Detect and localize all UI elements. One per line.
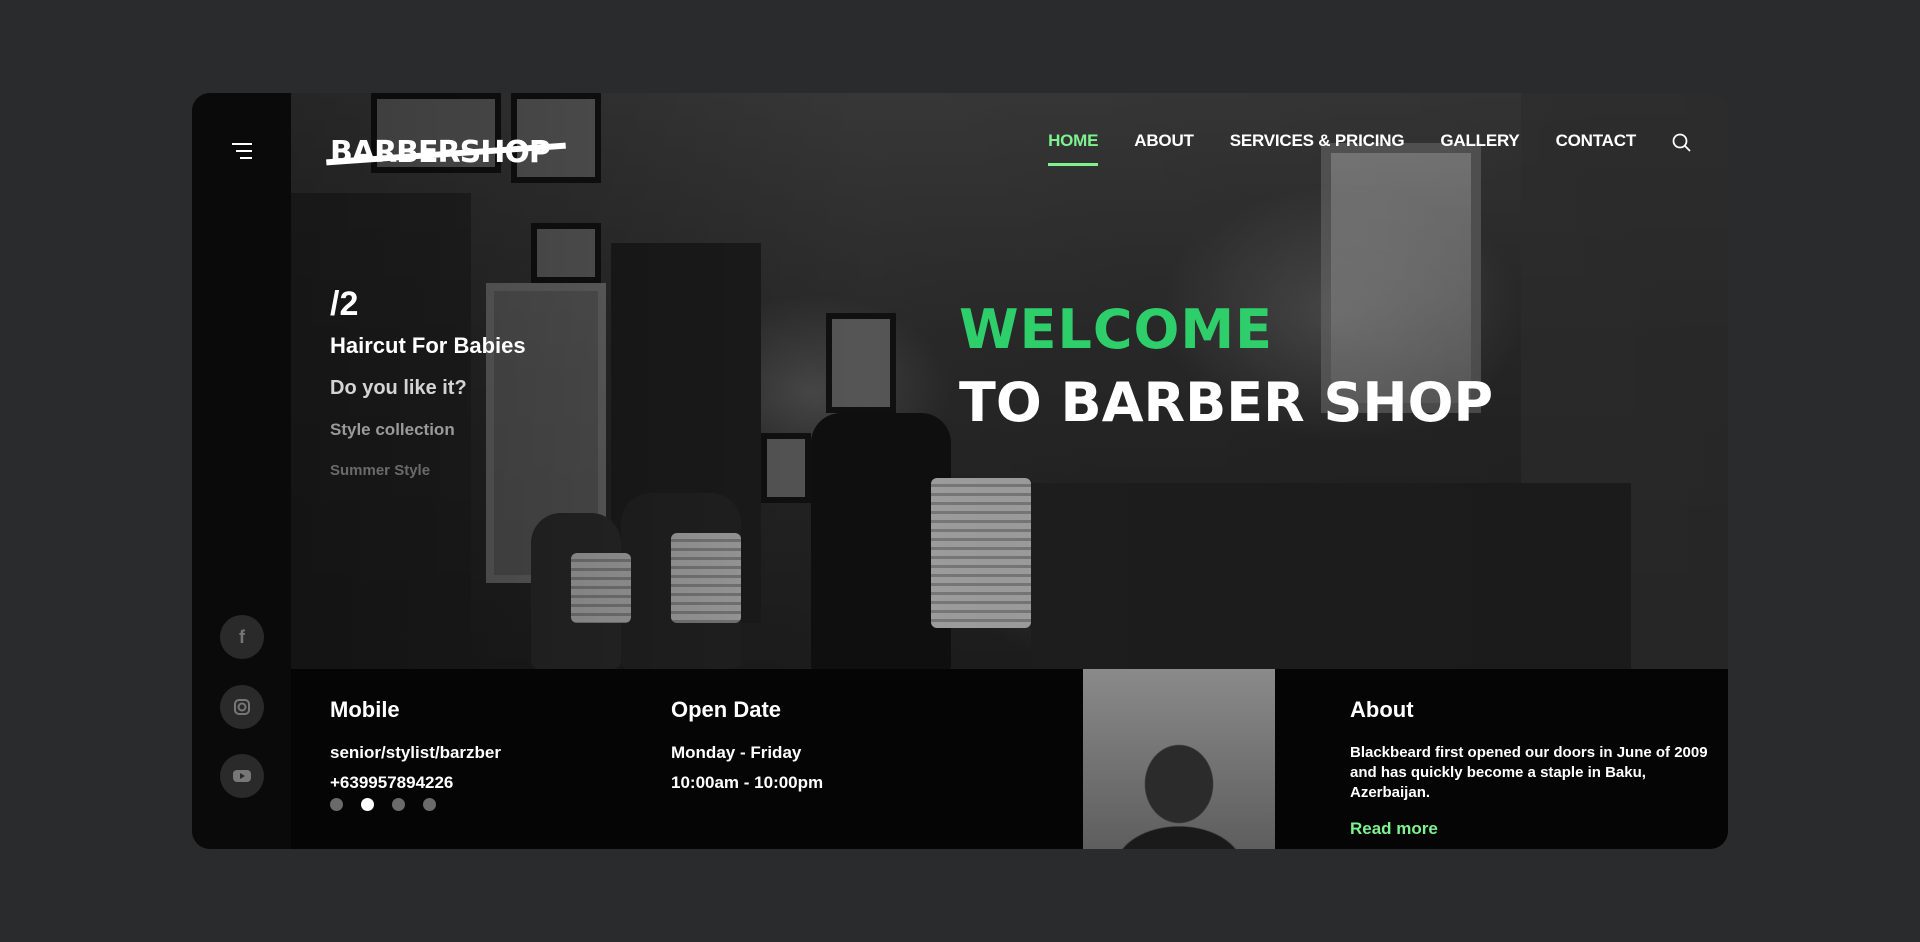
slide-title[interactable]: Do you like it? bbox=[330, 377, 526, 400]
open-date-title: Open Date bbox=[671, 697, 782, 722]
nav-services-pricing[interactable]: SERVICES & PRICING bbox=[1230, 131, 1405, 166]
mobile-line: senior/stylist/barzber bbox=[330, 743, 502, 762]
slider-dot-active[interactable] bbox=[361, 798, 374, 811]
about-text: Blackbeard first opened our doors in Jun… bbox=[1350, 744, 1708, 801]
open-hours: 10:00am - 10:00pm bbox=[671, 773, 824, 792]
nav-home[interactable]: HOME bbox=[1048, 131, 1098, 166]
mobile-info: Mobile senior/stylist/barzber +639957894… bbox=[330, 697, 501, 803]
slider-dot[interactable] bbox=[423, 798, 436, 811]
slide-title-active[interactable]: Haircut For Babies bbox=[330, 333, 526, 359]
menu-toggle-icon[interactable] bbox=[228, 143, 252, 163]
open-days: Monday - Friday bbox=[671, 743, 802, 762]
facebook-icon[interactable]: f bbox=[220, 615, 264, 659]
slider-dot[interactable] bbox=[330, 798, 343, 811]
info-bar: Mobile senior/stylist/barzber +639957894… bbox=[291, 669, 1728, 849]
left-rail: f bbox=[192, 93, 291, 849]
search-icon[interactable] bbox=[1672, 133, 1692, 153]
mobile-phone[interactable]: +639957894226 bbox=[330, 773, 501, 793]
hero-headline: WELCOME bbox=[959, 298, 1274, 361]
slide-title-list: Haircut For Babies Do you like it? Style… bbox=[330, 333, 526, 479]
about-info: About Blackbeard first opened our doors … bbox=[1350, 697, 1710, 839]
open-date-info: Open Date Monday - Friday 10:00am - 10:0… bbox=[671, 697, 823, 803]
nav-gallery[interactable]: GALLERY bbox=[1440, 131, 1519, 166]
slide-title[interactable]: Style collection bbox=[330, 420, 526, 440]
read-more-link[interactable]: Read more bbox=[1350, 819, 1710, 839]
instagram-icon[interactable] bbox=[220, 685, 264, 729]
slider-dots bbox=[330, 798, 436, 811]
main-card: f BARBERSHOP HOME ABOUT SERVICES & PRICI… bbox=[192, 93, 1728, 849]
mobile-title: Mobile bbox=[330, 697, 400, 722]
brand-logo[interactable]: BARBERSHOP bbox=[326, 138, 566, 168]
slider-dot[interactable] bbox=[392, 798, 405, 811]
about-title: About bbox=[1350, 697, 1414, 722]
slide-title[interactable]: Summer Style bbox=[330, 462, 526, 479]
about-thumbnail-image bbox=[1083, 669, 1275, 849]
youtube-icon[interactable] bbox=[220, 754, 264, 798]
hero-subheadline: TO BARBER SHOP bbox=[959, 371, 1494, 434]
nav-about[interactable]: ABOUT bbox=[1134, 131, 1194, 166]
nav-contact[interactable]: CONTACT bbox=[1556, 131, 1637, 166]
main-nav: HOME ABOUT SERVICES & PRICING GALLERY CO… bbox=[1048, 131, 1636, 166]
slide-index: /2 bbox=[330, 285, 359, 323]
